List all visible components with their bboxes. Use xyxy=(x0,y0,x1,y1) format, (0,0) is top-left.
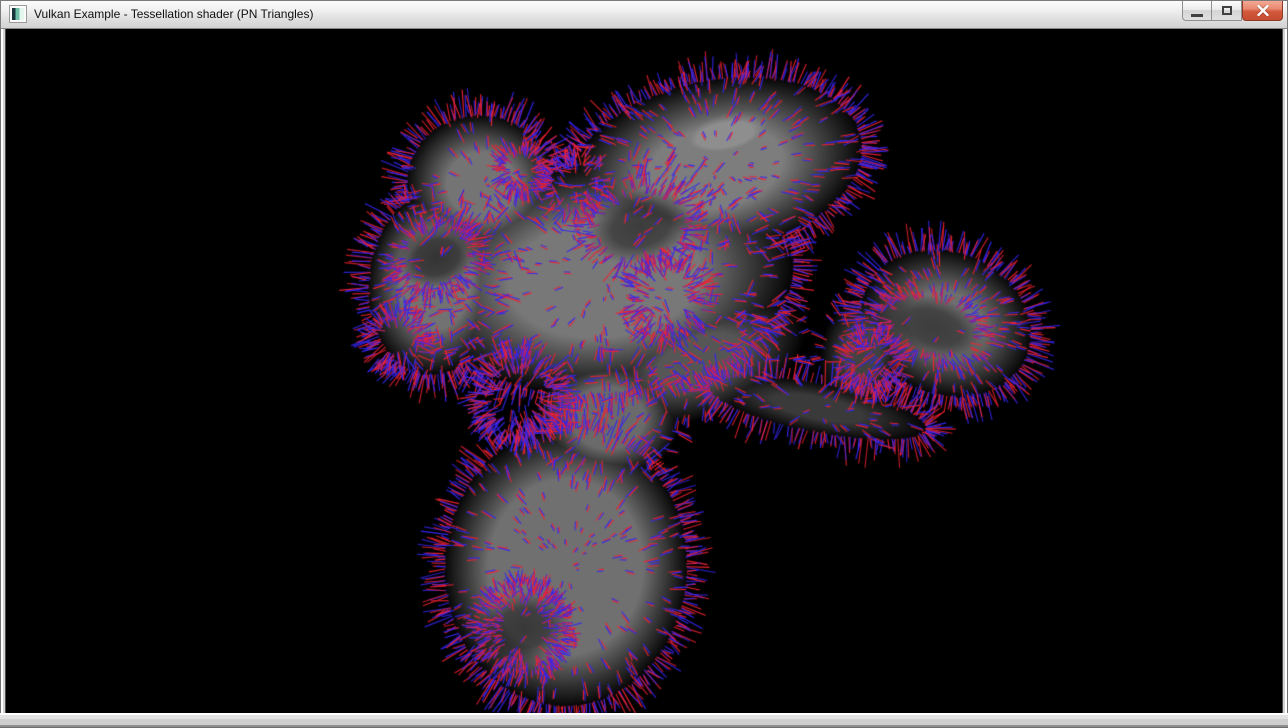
maximize-button[interactable] xyxy=(1212,1,1242,21)
window-title: Vulkan Example - Tessellation shader (PN… xyxy=(34,7,313,21)
minimize-button[interactable] xyxy=(1182,1,1212,21)
titlebar[interactable]: Vulkan Example - Tessellation shader (PN… xyxy=(0,0,1288,29)
maximize-icon xyxy=(1222,6,1232,15)
window-controls xyxy=(1182,1,1283,21)
window-border-right[interactable] xyxy=(1282,29,1288,713)
app-window: Vulkan Example - Tessellation shader (PN… xyxy=(0,0,1288,728)
window-border-left[interactable] xyxy=(0,29,6,713)
close-icon xyxy=(1257,5,1269,16)
window-border-bottom[interactable] xyxy=(0,713,1288,728)
close-button[interactable] xyxy=(1242,1,1283,21)
minimize-icon xyxy=(1191,14,1203,17)
app-icon xyxy=(10,6,26,22)
render-viewport[interactable] xyxy=(6,29,1282,713)
